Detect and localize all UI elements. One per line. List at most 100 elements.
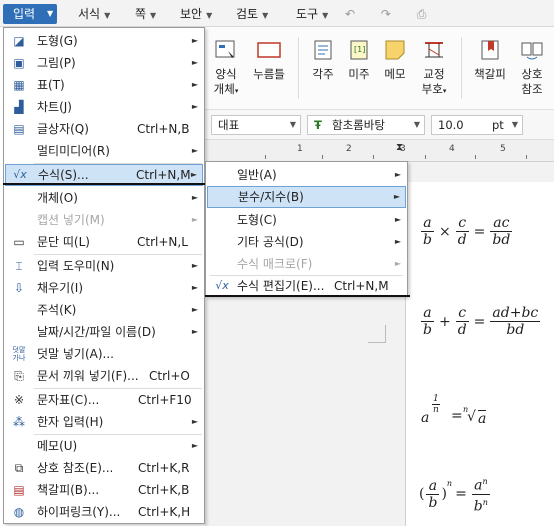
bookmark-label: 책갈피	[474, 67, 506, 81]
menu-item-label: 덧말 넣기(A)...	[37, 347, 114, 361]
format-bar: 대표 ▼ Ŧ 함초롬바탕 ▼ 10.0 pt ▼	[205, 110, 554, 140]
menu-item-label: 하이퍼링크(Y)...	[37, 505, 121, 519]
submenu-arrow-icon: ►	[191, 327, 198, 336]
menu-item-table[interactable]: ▦ 표(T) ►	[4, 74, 204, 96]
form-object-button[interactable]: 양식 개체▾	[209, 39, 243, 99]
menu-item-date-time[interactable]: 날짜/시간/파일 이름(D) ►	[4, 321, 204, 343]
click-field-label: 누름틀	[253, 67, 285, 81]
chevron-down-icon: ▼	[150, 11, 157, 20]
menu-item-hanja[interactable]: ⁂ 한자 입력(H) ►	[4, 411, 204, 433]
menu-item-object[interactable]: 개체(O) ►	[4, 187, 204, 209]
submenu-arrow-icon: ►	[191, 58, 198, 67]
font-size-select[interactable]: 10.0 pt ▼	[431, 115, 523, 135]
character-map-icon: ※	[13, 393, 25, 407]
menu-item-memo[interactable]: 메모(U) ►	[4, 435, 204, 457]
menu-item-character-map[interactable]: ※ 문자표(C)... Ctrl+F10	[4, 389, 204, 411]
submenu-item-other-formulas[interactable]: 기타 공식(D) ►	[206, 231, 407, 253]
chevron-down-icon: ▼	[289, 120, 296, 129]
formula-text: n	[446, 479, 453, 489]
menu-item-cross-reference[interactable]: ⧉ 상호 참조(E)... Ctrl+K,R	[4, 457, 204, 479]
menu-item-caption: 캡션 넣기(M) ►	[4, 209, 204, 231]
menu-item-label: 책갈피(B)...	[37, 483, 100, 497]
submenu-item-fraction-exponent[interactable]: 분수/지수(B) ►	[207, 186, 406, 208]
cross-reference-button[interactable]: 상호 참조	[514, 39, 550, 97]
menu-insert-label: 입력	[13, 7, 36, 21]
formula-text: a	[421, 215, 434, 232]
menu-tools[interactable]: 도구 ▼	[296, 4, 328, 24]
menu-item-shape[interactable]: ◪ 도형(G) ►	[4, 30, 204, 52]
menu-item-label: 차트(J)	[37, 100, 72, 114]
menu-item-annotation[interactable]: 주석(K) ►	[4, 299, 204, 321]
menu-item-multimedia[interactable]: 멀티미디어(R) ►	[4, 140, 204, 162]
chevron-down-icon: ▼	[322, 11, 329, 20]
menu-bar: 입력 ▼ 서식 ▼ 쪽 ▼ 보안 ▼ 검토 ▼ 도구 ▼ ↶ ↷ ⎙	[0, 0, 554, 27]
footnote-button[interactable]: 각주	[306, 39, 340, 82]
footnote-icon	[314, 40, 332, 60]
submenu-item-shape[interactable]: 도형(C) ►	[206, 209, 407, 231]
bookmark-button[interactable]: 책갈피	[470, 39, 510, 82]
paragraph-band-icon: ▭	[13, 235, 25, 249]
menu-item-chart[interactable]: ▟ 차트(J) ►	[4, 96, 204, 118]
bookmark-icon: ▤	[13, 483, 25, 497]
menu-insert[interactable]: 입력 ▼	[3, 4, 57, 24]
ruler: 1 2 3 4 5 ⧗	[205, 140, 554, 162]
style-select[interactable]: 대표 ▼	[211, 115, 301, 135]
formula-text: ac	[490, 215, 513, 232]
ruler-mark: 1	[297, 144, 303, 154]
input-helper-icon: ⌶	[15, 259, 23, 273]
submenu-item-general[interactable]: 일반(A) ►	[206, 164, 407, 186]
form-object-label-2: 개체	[213, 82, 235, 96]
formula-multiply-fractions[interactable]: a b × c d = ac bd	[419, 215, 514, 248]
menu-item-picture[interactable]: ▣ 그림(P) ►	[4, 52, 204, 74]
menu-item-bookmark[interactable]: ▤ 책갈피(B)... Ctrl+K,B	[4, 479, 204, 501]
formula-text: d	[457, 322, 467, 338]
formula-text: a	[426, 478, 440, 495]
formula-text: b	[428, 494, 438, 511]
menu-item-label: 수식 매크로(F)	[237, 257, 313, 271]
menu-item-shortcut: Ctrl+K,R	[138, 461, 190, 475]
menu-review[interactable]: 검토 ▼	[236, 4, 268, 24]
equation-editor-icon: √x	[215, 279, 229, 292]
menu-item-input-helper[interactable]: ⌶ 입력 도우미(N) ►	[4, 255, 204, 277]
menu-security[interactable]: 보안 ▼	[180, 4, 212, 24]
formula-text: b	[423, 232, 432, 248]
formula-fraction-power[interactable]: (a b)n= an bn	[419, 474, 492, 514]
endnote-button[interactable]: [1] 미주	[342, 39, 376, 82]
menu-item-shortcut: Ctrl+N,L	[137, 235, 188, 249]
memo-button[interactable]: 메모	[378, 39, 412, 82]
ruler-tick	[425, 155, 426, 159]
menu-item-label: 날짜/시간/파일 이름(D)	[37, 325, 156, 339]
ruler-mark: 2	[346, 144, 352, 154]
chart-icon: ▟	[14, 100, 24, 114]
ruler-tick	[265, 155, 266, 159]
menu-item-label: 문단 띠(L)	[37, 235, 90, 249]
indent-marker-icon[interactable]: ⧗	[396, 142, 403, 153]
annotation-underline	[3, 183, 205, 185]
submenu-item-equation-editor[interactable]: √x 수식 편집기(E)... Ctrl+N,M	[206, 275, 407, 297]
font-value: 함초롬바탕	[332, 118, 385, 132]
menu-item-hyperlink[interactable]: ◍ 하이퍼링크(Y)... Ctrl+K,H	[4, 501, 204, 523]
menu-page-label: 쪽	[135, 7, 147, 21]
menu-item-label: 개체(O)	[37, 191, 78, 205]
proofreading-button[interactable]: 교정 부호▾	[416, 39, 452, 99]
proofreading-label-1: 교정	[423, 67, 445, 81]
font-select[interactable]: Ŧ 함초롬바탕 ▼	[307, 115, 425, 135]
chevron-down-icon: ▼	[413, 120, 420, 129]
menu-item-label: 메모(U)	[37, 439, 78, 453]
click-field-button[interactable]: 누름틀	[249, 39, 289, 82]
menu-item-insert-document[interactable]: ⎘ 문서 끼워 넣기(F)... Ctrl+O	[4, 365, 204, 387]
ruler-mark: 5	[500, 144, 506, 154]
menu-item-textbox[interactable]: ▤ 글상자(Q) Ctrl+N,B	[4, 118, 204, 140]
menu-item-label: 입력 도우미(N)	[37, 259, 115, 273]
submenu-arrow-icon: ►	[191, 102, 198, 111]
menu-page[interactable]: 쪽 ▼	[135, 4, 156, 24]
submenu-arrow-icon: ►	[191, 80, 198, 89]
cross-reference-label-2: 참조	[521, 82, 543, 96]
formula-add-fractions[interactable]: a b + c d = ad+bc bd	[419, 305, 542, 338]
menu-format[interactable]: 서식 ▼	[78, 4, 110, 24]
menu-item-paragraph-band[interactable]: ▭ 문단 띠(L) Ctrl+N,L	[4, 231, 204, 253]
print-icon: ⎙	[416, 7, 427, 21]
menu-item-shortcut: Ctrl+F10	[138, 393, 192, 407]
menu-item-overlap-text[interactable]: 덧말 가나 덧말 넣기(A)...	[4, 343, 204, 365]
menu-item-fill[interactable]: ⇩ 채우기(I) ►	[4, 277, 204, 299]
